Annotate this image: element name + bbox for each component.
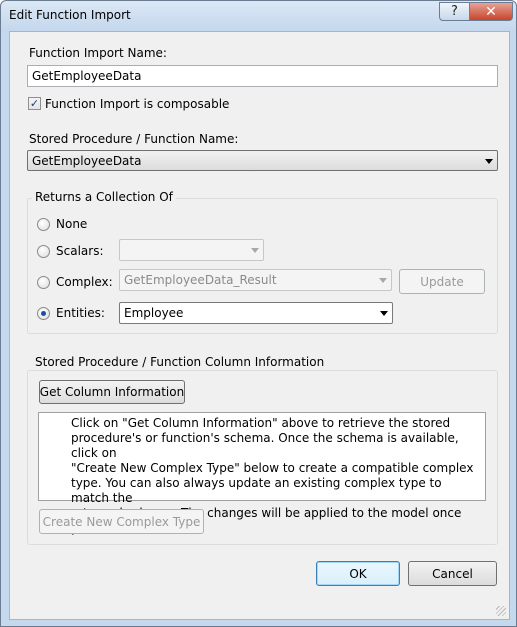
none-label: None	[56, 217, 88, 231]
resize-grip-icon[interactable]	[496, 606, 506, 616]
window-title: Edit Function Import	[9, 8, 131, 22]
help-button[interactable]: ?	[439, 2, 469, 21]
message-line: "Create New Complex Type" below to creat…	[71, 461, 474, 475]
complex-label: Complex:	[56, 275, 113, 289]
check-mark-icon: ✓	[29, 97, 40, 110]
complex-radio[interactable]	[37, 276, 50, 289]
scalars-radio[interactable]	[37, 245, 50, 258]
column-info-group-label: Stored Procedure / Function Column Infor…	[32, 355, 328, 369]
message-line: Click on "Get Column Information" above …	[71, 416, 451, 430]
composable-label: Function Import is composable	[45, 97, 230, 111]
composable-checkbox[interactable]: ✓	[28, 97, 41, 110]
function-import-name-label: Function Import Name:	[29, 46, 167, 60]
chevron-down-icon	[379, 278, 387, 283]
stored-procedure-label: Stored Procedure / Function Name:	[29, 132, 239, 146]
entities-value: Employee	[124, 306, 184, 320]
complex-select[interactable]: GetEmployeeData_Result	[119, 269, 392, 291]
function-import-name-input[interactable]: GetEmployeeData	[27, 65, 498, 87]
chevron-down-icon	[380, 311, 388, 316]
entities-select[interactable]: Employee	[119, 302, 393, 324]
complex-value: GetEmployeeData_Result	[124, 273, 277, 287]
create-new-complex-type-button[interactable]: Create New Complex Type	[39, 509, 204, 534]
title-bar[interactable]: Edit Function Import ? ✕	[1, 1, 516, 31]
entities-radio[interactable]	[37, 307, 50, 320]
chevron-down-icon	[485, 158, 493, 164]
dialog-body: Function Import Name: GetEmployeeData ✓ …	[9, 31, 510, 620]
message-line: type. You can also always update an exis…	[71, 476, 442, 505]
chevron-down-icon	[251, 248, 259, 253]
cancel-button[interactable]: Cancel	[408, 561, 497, 586]
dialog-window: Edit Function Import ? ✕ Function Import…	[0, 0, 517, 627]
update-button[interactable]: Update	[399, 269, 485, 294]
entities-label: Entities:	[56, 306, 105, 320]
returns-group-label: Returns a Collection Of	[32, 190, 176, 204]
close-button[interactable]: ✕	[469, 2, 513, 21]
stored-procedure-select[interactable]: GetEmployeeData	[27, 150, 498, 171]
get-column-information-button[interactable]: Get Column Information	[39, 380, 185, 404]
scalars-label: Scalars:	[56, 244, 104, 258]
message-line: procedure's or function's schema. Once t…	[71, 431, 459, 460]
radio-selected-dot	[41, 311, 46, 316]
scalars-select[interactable]	[119, 239, 264, 261]
column-info-message: Click on "Get Column Information" above …	[38, 412, 486, 535]
stored-procedure-value: GetEmployeeData	[32, 153, 142, 168]
none-radio[interactable]	[37, 218, 50, 231]
ok-button[interactable]: OK	[316, 561, 400, 586]
